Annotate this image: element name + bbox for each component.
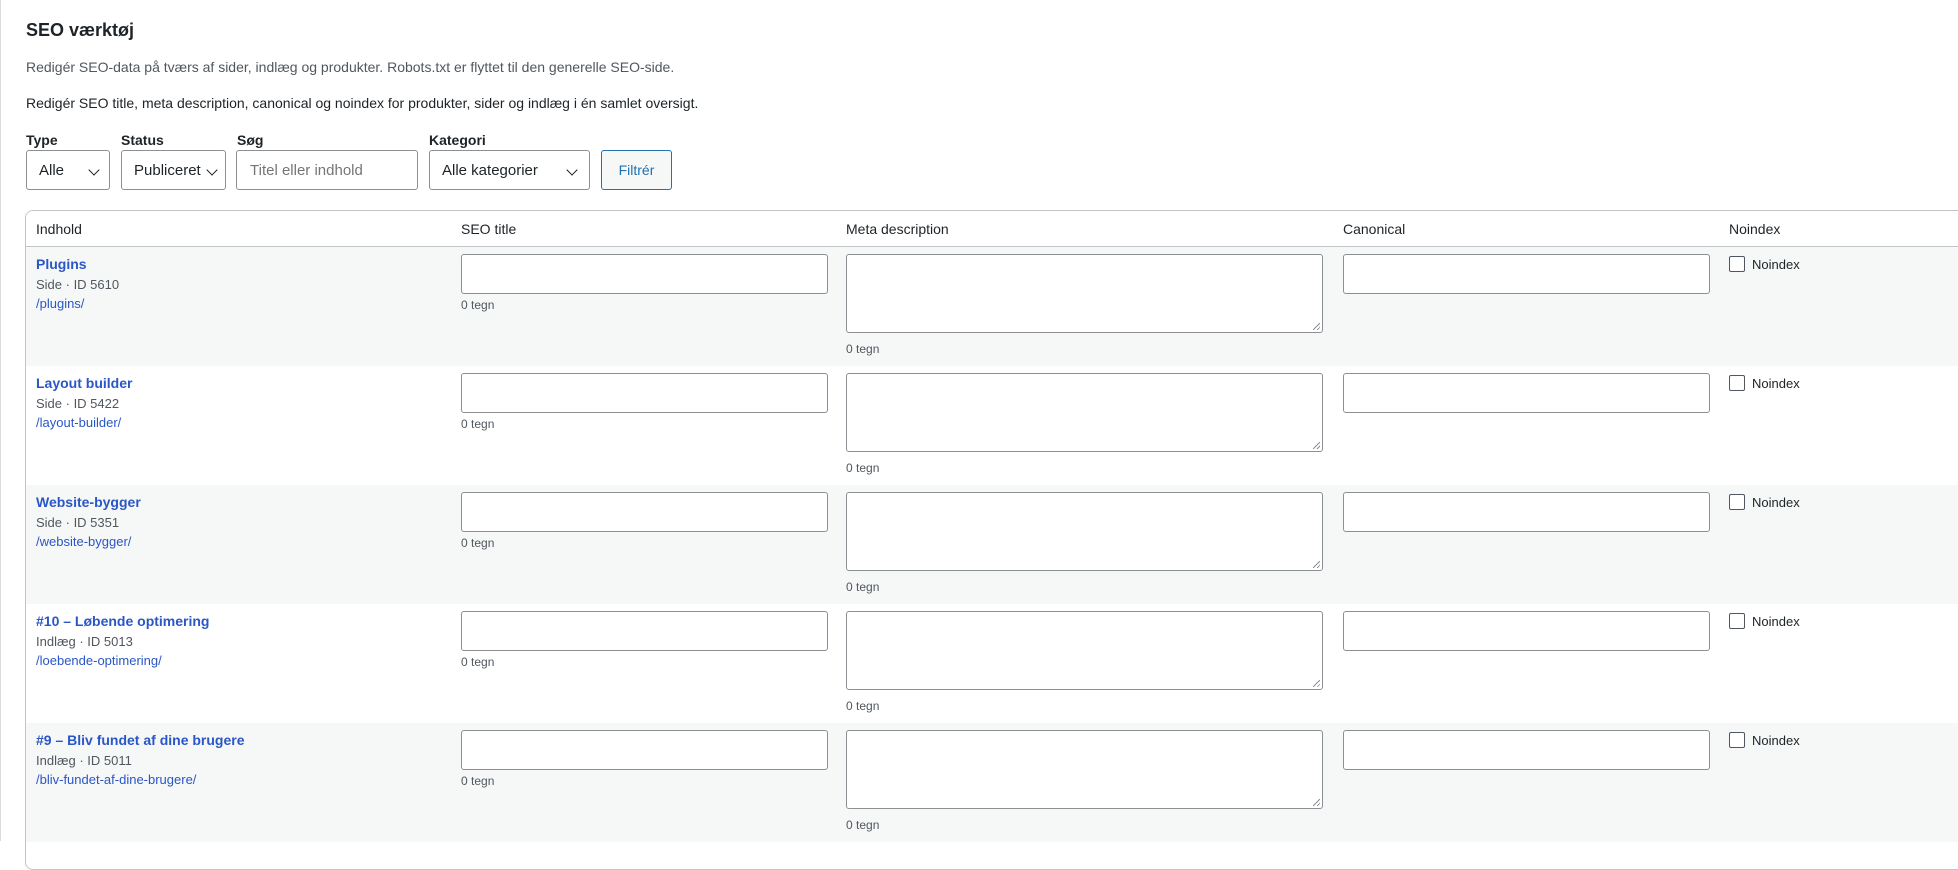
resize-handle-icon[interactable] (1313, 561, 1320, 568)
meta-description-char-count: 0 tegn (846, 580, 880, 594)
item-title-link[interactable]: Website-bygger (36, 494, 141, 510)
noindex-toggle[interactable]: Noindex (1729, 494, 1800, 510)
canonical-input[interactable] (1343, 492, 1710, 532)
item-slug-link[interactable]: /plugins/ (36, 296, 84, 311)
seo-title-char-count: 0 tegn (461, 774, 495, 788)
meta-description-textarea[interactable] (846, 254, 1323, 333)
search-input[interactable] (236, 150, 418, 190)
chevron-down-icon (88, 164, 100, 176)
noindex-checkbox[interactable] (1729, 256, 1745, 272)
seo-table: Indhold SEO title Meta description Canon… (25, 210, 1958, 870)
seo-title-char-count: 0 tegn (461, 417, 495, 431)
item-meta: Indlæg · ID 5011 (36, 753, 132, 768)
resize-handle-icon[interactable] (1313, 442, 1320, 449)
noindex-toggle[interactable]: Noindex (1729, 256, 1800, 272)
chevron-down-icon (566, 164, 578, 176)
meta-description-textarea[interactable] (846, 373, 1323, 452)
noindex-toggle[interactable]: Noindex (1729, 732, 1800, 748)
category-select-value: Alle kategorier (442, 161, 538, 179)
item-slug-link[interactable]: /website-bygger/ (36, 534, 131, 549)
chevron-down-icon (206, 164, 218, 176)
noindex-label: Noindex (1752, 613, 1800, 629)
item-slug-link[interactable]: /layout-builder/ (36, 415, 121, 430)
meta-description-textarea[interactable] (846, 492, 1323, 571)
page-subtitle: Redigér SEO-data på tværs af sider, indl… (26, 59, 675, 75)
item-title-link[interactable]: Layout builder (36, 375, 132, 391)
noindex-checkbox[interactable] (1729, 732, 1745, 748)
table-row: #10 – Løbende optimering Indlæg · ID 501… (26, 604, 1958, 723)
type-filter-label: Type (26, 132, 58, 148)
resize-handle-icon[interactable] (1313, 323, 1320, 330)
seo-title-char-count: 0 tegn (461, 655, 495, 669)
noindex-label: Noindex (1752, 256, 1800, 272)
table-header: Indhold SEO title Meta description Canon… (26, 211, 1958, 247)
status-filter-label: Status (121, 132, 164, 148)
noindex-label: Noindex (1752, 375, 1800, 391)
meta-description-textarea[interactable] (846, 611, 1323, 690)
column-header-meta-description: Meta description (846, 221, 949, 237)
column-header-content: Indhold (36, 221, 82, 237)
noindex-toggle[interactable]: Noindex (1729, 613, 1800, 629)
seo-title-input[interactable] (461, 373, 828, 413)
seo-title-input[interactable] (461, 730, 828, 770)
item-title-link[interactable]: #9 – Bliv fundet af dine brugere (36, 732, 245, 748)
canonical-input[interactable] (1343, 254, 1710, 294)
meta-description-char-count: 0 tegn (846, 342, 880, 356)
noindex-label: Noindex (1752, 732, 1800, 748)
column-header-seo-title: SEO title (461, 221, 517, 237)
category-select[interactable]: Alle kategorier (429, 150, 590, 190)
table-row: Plugins Side · ID 5610 /plugins/ 0 tegn … (26, 247, 1958, 366)
noindex-toggle[interactable]: Noindex (1729, 375, 1800, 391)
canonical-input[interactable] (1343, 730, 1710, 770)
page-title: SEO værktøj (26, 20, 135, 40)
seo-title-input[interactable] (461, 254, 828, 294)
table-row: #9 – Bliv fundet af dine brugere Indlæg … (26, 723, 1958, 842)
item-slug-link[interactable]: /loebende-optimering/ (36, 653, 162, 668)
column-header-noindex: Noindex (1729, 221, 1781, 237)
column-header-canonical: Canonical (1343, 221, 1406, 237)
page-frame-edge (0, 0, 1, 841)
item-meta: Side · ID 5610 (36, 277, 120, 292)
canonical-input[interactable] (1343, 373, 1710, 413)
seo-title-input[interactable] (461, 611, 828, 651)
page-intro: Redigér SEO title, meta description, can… (26, 95, 699, 111)
table-row: Layout builder Side · ID 5422 /layout-bu… (26, 366, 1958, 485)
noindex-label: Noindex (1752, 494, 1800, 510)
status-select-value: Publiceret (134, 161, 201, 179)
meta-description-char-count: 0 tegn (846, 699, 880, 713)
item-meta: Indlæg · ID 5013 (36, 634, 133, 649)
resize-handle-icon[interactable] (1313, 680, 1320, 687)
type-select-value: Alle (39, 161, 65, 179)
resize-handle-icon[interactable] (1313, 799, 1320, 806)
item-title-link[interactable]: #10 – Løbende optimering (36, 613, 209, 629)
noindex-checkbox[interactable] (1729, 375, 1745, 391)
item-slug-link[interactable]: /bliv-fundet-af-dine-brugere/ (36, 772, 196, 787)
seo-title-char-count: 0 tegn (461, 536, 495, 550)
item-meta: Side · ID 5422 (36, 396, 120, 411)
status-select[interactable]: Publiceret (121, 150, 226, 190)
item-meta: Side · ID 5351 (36, 515, 120, 530)
noindex-checkbox[interactable] (1729, 494, 1745, 510)
seo-title-char-count: 0 tegn (461, 298, 495, 312)
meta-description-char-count: 0 tegn (846, 818, 880, 832)
meta-description-char-count: 0 tegn (846, 461, 880, 475)
filter-button[interactable]: Filtrér (601, 150, 672, 190)
type-select[interactable]: Alle (26, 150, 110, 190)
seo-title-input[interactable] (461, 492, 828, 532)
canonical-input[interactable] (1343, 611, 1710, 651)
item-title-link[interactable]: Plugins (36, 256, 87, 272)
meta-description-textarea[interactable] (846, 730, 1323, 809)
noindex-checkbox[interactable] (1729, 613, 1745, 629)
category-filter-label: Kategori (429, 132, 486, 148)
search-filter-label: Søg (237, 132, 264, 148)
table-row: Website-bygger Side · ID 5351 /website-b… (26, 485, 1958, 604)
